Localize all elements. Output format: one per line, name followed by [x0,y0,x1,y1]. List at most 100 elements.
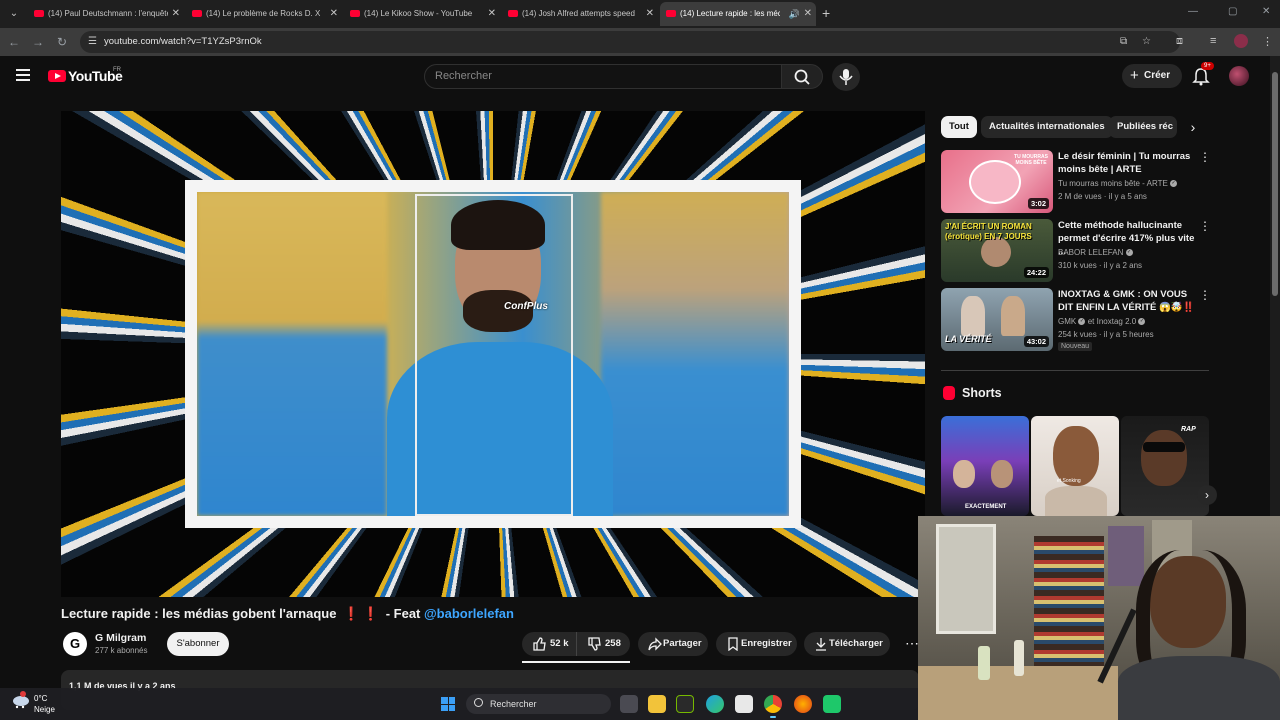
browser-tab[interactable]: (14) Paul Deutschmann : l'enquête ✕ [28,2,184,26]
webcam-bottle [978,646,990,680]
taskbar-search-box[interactable]: Rechercher [466,694,611,714]
menu-icon[interactable] [16,69,30,81]
recommended-video[interactable]: J'AI ÉCRIT UN ROMAN (érotique) EN 7 JOUR… [941,219,1211,283]
browser-tab-active[interactable]: (14) Lecture rapide : les médias 🔊 ✕ [660,2,816,26]
new-tab-button[interactable]: + [822,5,830,21]
video-thumbnail[interactable]: LA VÉRITÉ 43:02 [941,288,1053,351]
tab-search-chevron-icon[interactable]: ⌄ [6,6,22,22]
video-player[interactable]: ConfPlus [61,111,925,597]
microphone-icon [839,69,853,85]
close-window-icon[interactable]: ✕ [1262,6,1270,17]
edge-browser-icon[interactable] [706,695,724,713]
user-avatar[interactable] [1229,66,1249,86]
browser-profile-avatar[interactable] [1234,34,1248,48]
forward-icon[interactable]: → [30,34,46,50]
tab-close-icon[interactable]: ✕ [172,2,180,26]
file-explorer-icon[interactable] [648,695,666,713]
like-count: 52 k [550,638,569,649]
recommended-video[interactable]: LA VÉRITÉ 43:02 INOXTAG & GMK : ON VOUS … [941,288,1211,352]
share-arrow-icon [648,637,662,651]
windows-start-icon[interactable] [441,697,455,711]
create-button[interactable]: + Créer [1122,64,1182,88]
channel-name[interactable]: BABOR LELEFAN ✓ [1058,248,1133,257]
minimize-icon[interactable]: — [1188,6,1198,17]
browser-tab-strip: ⌄ (14) Paul Deutschmann : l'enquête ✕ (1… [0,0,1280,28]
create-label: Créer [1144,70,1171,81]
video-duration: 24:22 [1023,267,1049,278]
video-title[interactable]: Le désir féminin | Tu mourras moins bête… [1058,150,1198,176]
browser-tab[interactable]: (14) Le problème de Rocks D. X ✕ [186,2,342,26]
video-title-mention-link[interactable]: @baborlelefan [424,606,514,621]
browser-menu-icon[interactable]: ⋮ [1262,35,1273,48]
chip-all[interactable]: Tout [941,116,977,138]
short-video[interactable]: RAP [1121,416,1209,516]
channel-name[interactable]: GMK ✓ et Inoxtag 2.0 ✓ [1058,317,1146,326]
firefox-browser-icon[interactable] [794,695,812,713]
voice-search-button[interactable] [832,63,860,91]
share-button[interactable]: Partager [638,632,708,656]
channel-name[interactable]: Tu mourras moins bête - ARTE ✓ [1058,179,1178,188]
search-icon [794,69,810,85]
back-icon[interactable]: ← [6,34,22,50]
tab-close-icon[interactable]: ✕ [804,2,812,26]
recommended-video[interactable]: TU MOURRAS MOINS BÊTE 3:02 Le désir fémi… [941,150,1211,214]
shorts-logo-icon [943,386,955,400]
weather-condition[interactable]: Neige [34,705,55,714]
audio-playing-icon[interactable]: 🔊 [789,2,800,26]
channel-subscriber-count: 277 k abonnés [95,646,148,655]
maximize-icon[interactable]: ▢ [1228,6,1237,17]
chevron-right-icon[interactable]: › [1184,118,1202,136]
chrome-browser-icon[interactable] [764,695,782,713]
chip-international-news[interactable]: Actualités internationales [981,116,1113,138]
tab-close-icon[interactable]: ✕ [330,2,338,26]
tab-close-icon[interactable]: ✕ [488,2,496,26]
short-video[interactable]: et Sonking [1031,416,1119,516]
more-options-icon[interactable]: ⋮ [1199,288,1211,302]
video-blur-right [601,192,789,516]
cast-icon[interactable]: ⧉ [1120,36,1127,47]
shorts-next-arrow-icon[interactable]: › [1197,485,1217,505]
media-controls-icon[interactable]: ≡ [1210,35,1216,47]
tab-close-icon[interactable]: ✕ [646,2,654,26]
dislike-button[interactable]: 258 [576,632,630,656]
scrollbar-thumb[interactable] [1272,72,1278,296]
microsoft-store-icon[interactable] [735,695,753,713]
more-options-icon[interactable]: ⋮ [1199,150,1211,164]
extensions-icon[interactable]: ⧈ [1176,35,1183,48]
video-title-text: Lecture rapide : les médias gobent l'arn… [61,606,337,621]
app-icon[interactable] [823,695,841,713]
search-button[interactable] [781,64,823,89]
webcam-bottle [1014,640,1024,676]
channel-name[interactable]: G Milgram [95,632,146,644]
weather-temperature[interactable]: 0°C [34,694,47,703]
url-text[interactable]: youtube.com/watch?v=T1YZsP3rnOk [104,36,262,47]
channel-avatar[interactable]: G [63,632,87,656]
video-title[interactable]: INOXTAG & GMK : ON VOUS DIT ENFIN LA VÉR… [1058,288,1198,314]
video-thumbnail[interactable]: TU MOURRAS MOINS BÊTE 3:02 [941,150,1053,213]
video-content [197,192,789,516]
video-title: Lecture rapide : les médias gobent l'arn… [61,606,514,622]
more-options-icon[interactable]: ⋮ [1199,219,1211,233]
reload-icon[interactable]: ↻ [54,34,70,50]
download-icon [816,638,826,651]
short-video[interactable]: EXACTEMENT [941,416,1029,516]
video-meta: 2 M de vues · il y a 5 ans [1058,192,1147,201]
download-label: Télécharger [829,638,883,649]
subscribe-button[interactable]: S'abonner [167,632,229,656]
task-view-icon[interactable] [620,695,638,713]
download-button[interactable]: Télécharger [804,632,890,656]
video-thumbnail[interactable]: J'AI ÉCRIT UN ROMAN (érotique) EN 7 JOUR… [941,219,1053,282]
chip-recently-published[interactable]: Publiées réc [1109,116,1177,138]
page-scrollbar[interactable] [1270,56,1280,516]
video-duration: 43:02 [1023,336,1049,347]
nvidia-icon[interactable] [676,695,694,713]
search-input[interactable]: Rechercher [424,64,782,89]
browser-tab[interactable]: (14) Le Kikoo Show - YouTube ✕ [344,2,500,26]
address-bar[interactable]: ☰ youtube.com/watch?v=T1YZsP3rnOk ⧉ ☆ [80,31,1180,53]
like-button[interactable]: 52 k [522,632,576,656]
video-duration: 3:02 [1027,198,1049,209]
site-info-icon[interactable]: ☰ [88,36,97,47]
browser-tab[interactable]: (14) Josh Alfred attempts speed ✕ [502,2,658,26]
bookmark-star-icon[interactable]: ☆ [1142,36,1151,47]
save-button[interactable]: Enregistrer [716,632,797,656]
